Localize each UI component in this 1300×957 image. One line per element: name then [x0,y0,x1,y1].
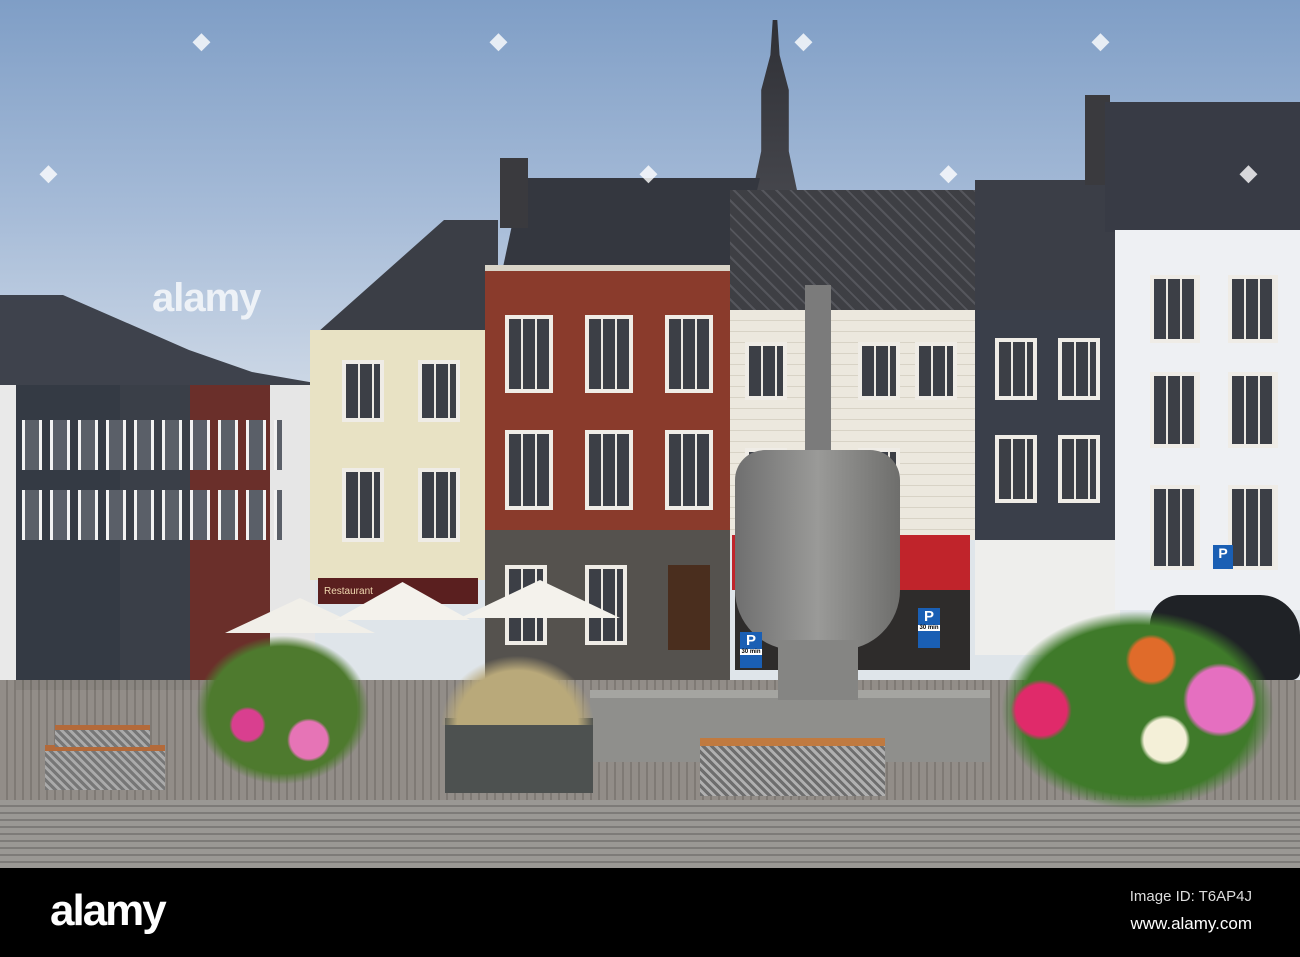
watermark-dot: ◆ [193,28,210,53]
window [1150,485,1200,570]
window [745,342,787,400]
window [418,468,460,542]
window [915,342,957,400]
flower-planter [195,635,370,785]
left-row-windows [22,420,282,560]
alamy-url: www.alamy.com [1130,914,1252,933]
fountain-column [805,285,831,455]
window [505,430,553,510]
window [1058,435,1100,503]
window [418,360,460,422]
window [342,360,384,422]
watermark-dot: ◆ [1240,160,1257,185]
window [1228,485,1278,570]
window [858,342,900,400]
window [342,468,384,542]
window [995,338,1037,400]
window [1150,372,1200,448]
door[interactable] [668,565,710,650]
watermark-dot: ◆ [640,160,657,185]
watermark-center: alamy [152,276,261,320]
ornamental-grass [440,655,595,725]
gabion-bench [55,725,150,747]
flower-planter [1000,610,1275,810]
window [665,315,713,393]
grass-planter [445,718,593,793]
window [1228,372,1278,448]
parking-label: P [923,608,934,625]
gabion-bench [700,738,885,796]
alamy-logo: alamy [50,886,167,935]
cream-building [310,330,490,580]
gabion-bench [45,745,165,790]
diamond-slate-roof [730,190,975,312]
chimney [500,158,528,228]
watermark-dot: ◆ [795,28,812,53]
fountain-basin [735,450,900,650]
parking-sign: P [1213,545,1233,569]
cobblestone-foreground [0,800,1300,868]
window [1228,275,1278,343]
window [1150,275,1200,343]
window [1058,338,1100,400]
slate-building-roof [975,180,1115,312]
photo: Restaurant P 30 min P 30 min P alamy ◆ ◆… [0,0,1300,868]
watermark-dot: ◆ [940,160,957,185]
parking-time: 30 min [740,649,762,655]
parking-label: P [1218,545,1228,561]
parking-time: 30 min [918,625,940,631]
watermark-dot: ◆ [40,160,57,185]
cream-building-roof [318,220,498,332]
window [505,315,553,393]
footer-bar: alamy Image ID: T6AP4J www.alamy.com [0,868,1300,957]
parking-label: P [745,632,756,649]
right-building-roof [1105,102,1300,232]
window [585,315,633,393]
parking-sign: P 30 min [740,632,762,668]
watermark-dot: ◆ [490,28,507,53]
window [665,430,713,510]
window [995,435,1037,503]
watermark-dot: ◆ [1092,28,1109,53]
restaurant-label: Restaurant [324,586,373,597]
fountain-pedestal [778,640,858,700]
church-spire [752,20,798,195]
window [585,430,633,510]
image-id: Image ID: T6AP4J [1129,888,1252,905]
parking-sign: P 30 min [918,608,940,648]
